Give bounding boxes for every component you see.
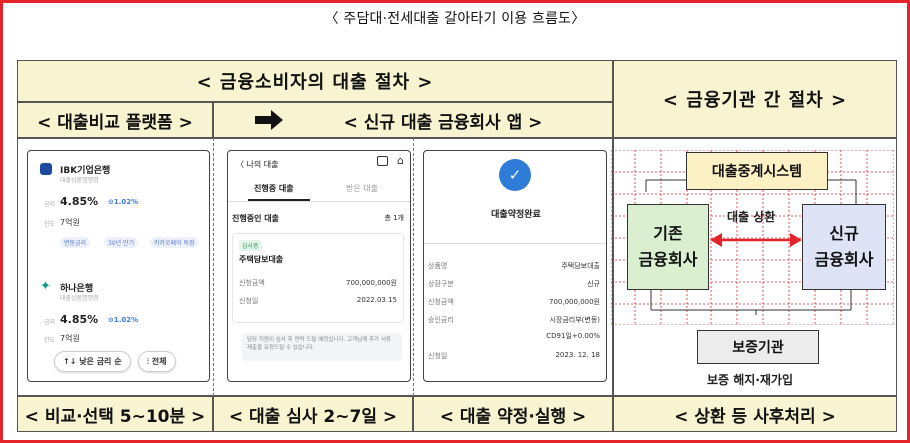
bank-card: ✦ 하나은행 대출상품명명명 금리 4.85% ⊙1.02% 한도 7억원 (40, 279, 200, 351)
bank-product: 대출상품명명명 (60, 295, 99, 302)
chat-icon[interactable] (377, 156, 388, 166)
relay-system-box: 대출중계시스템 (686, 152, 828, 190)
limit-label: 한도 (44, 337, 56, 344)
old-bank-box: 기존 금융회사 (627, 204, 709, 290)
divider (413, 138, 414, 396)
divider (413, 396, 414, 432)
repay-label: 대출 상환 (727, 210, 776, 224)
row-label: 상품명 (428, 262, 448, 270)
row-label: 신청일 (239, 297, 259, 305)
bank-limit: 7억원 (60, 334, 80, 343)
row-label: 신청금액 (428, 298, 454, 306)
limit-label: 한도 (44, 221, 56, 228)
rate-label: 금리 (44, 319, 56, 326)
back-button[interactable]: 〈 나의 대출 (236, 159, 279, 170)
institution-header: < 금융기관 간 절차 > (613, 60, 897, 138)
status-badge: 심사중 (239, 240, 262, 251)
ibk-logo-icon (40, 163, 52, 175)
bank-product: 대출상품명명명 (60, 177, 99, 184)
rate-label: 금리 (44, 201, 56, 208)
divider (228, 201, 410, 202)
row-value: 2022.03.15 (356, 296, 397, 304)
rate-delta: ⊙1.02% (108, 198, 139, 206)
new-bank-box: 신규 금융회사 (802, 204, 886, 290)
guarantee-note: 보증 해지·재가입 (705, 371, 796, 388)
row-value: 신규 (587, 280, 600, 288)
divider (213, 138, 214, 396)
filter-label: 전체 (151, 357, 167, 366)
product-tag: 변동금리 (60, 237, 91, 248)
product-tag: 카카오페이 독점 (150, 237, 199, 248)
consumer-header: < 금융소비자의 대출 절차 > (17, 60, 613, 102)
loan-count: 총 1개 (384, 214, 404, 222)
compare-footer: < 비교·선택 5~10분 > (17, 396, 213, 432)
home-icon[interactable]: ⌂ (397, 155, 404, 166)
row-label: 승인금리 (428, 316, 454, 324)
contract-complete-screen: ✓ 대출약정완료 상품명 주택담보대출 상환구분 신규 신청금액 700,000… (423, 150, 607, 382)
filter-all-button[interactable]: ⫶ 전체 (138, 351, 176, 372)
review-footer: < 대출 심사 2~7일 > (213, 396, 413, 432)
bank-rate: 4.85% (60, 313, 99, 326)
sort-low-rate-button[interactable]: ↑↓ 낮은 금리 순 (54, 351, 131, 372)
platform-screen: IBK기업은행 대출상품명명명 금리 4.85% ⊙1.02% 한도 7억원 변… (27, 150, 210, 382)
row-value: 시장금리부(변동) (549, 316, 600, 324)
after-footer: < 상환 등 사후처리 > (613, 396, 897, 432)
product-tag: 30년 만기 (104, 237, 139, 248)
figure-title: 〈 주담대·전세대출 갈아타기 이용 흐름도〉 (324, 11, 586, 27)
product-name: 주택담보대출 (239, 255, 284, 264)
check-icon: ✓ (499, 159, 531, 191)
loan-status-screen: 〈 나의 대출 ⌂ 진행중 대출 받은 대출 진행중인 대출 총 1개 심사중 … (227, 150, 411, 382)
rate-delta: ⊙1.02% (108, 316, 139, 324)
contract-footer: < 대출 약정·실행 > (413, 396, 613, 432)
right-arrow-icon (255, 110, 283, 130)
divider (424, 243, 606, 244)
platform-header: < 대출비교 플랫폼 > (17, 102, 213, 138)
complete-title: 대출약정완료 (491, 210, 541, 220)
row-value: 2023. 12. 18 (555, 351, 600, 359)
bank-rate: 4.85% (60, 195, 99, 208)
row-label: 신청일 (428, 352, 448, 360)
repay-arrow-icon (710, 233, 802, 247)
notice-box: 담당 직원이 심사 후 연락 드릴 예정입니다. 고객님께 추가 서류 제출을 … (242, 333, 402, 361)
tab-in-progress[interactable]: 진행중 대출 (254, 183, 294, 194)
loan-card[interactable]: 심사중 주택담보대출 신청금액 700,000,000원 신청일 2022.03… (232, 233, 404, 323)
row-value: 700,000,000원 (549, 298, 600, 306)
row-value: 700,000,000원 (346, 279, 397, 287)
guarantee-box: 보증기관 (697, 330, 819, 364)
bank-limit: 7억원 (60, 218, 80, 227)
section-title: 진행중인 대출 (232, 214, 279, 223)
hana-logo-icon: ✦ (40, 279, 52, 294)
bank-card: IBK기업은행 대출상품명명명 금리 4.85% ⊙1.02% 한도 7억원 변… (40, 163, 200, 273)
row-value: 주택담보대출 (561, 262, 600, 270)
row-label: 신청금액 (239, 279, 265, 287)
row-value: CD91일+0.00% (546, 332, 600, 340)
row-label: 상환구분 (428, 280, 454, 288)
tab-received[interactable]: 받은 대출 (346, 183, 378, 194)
